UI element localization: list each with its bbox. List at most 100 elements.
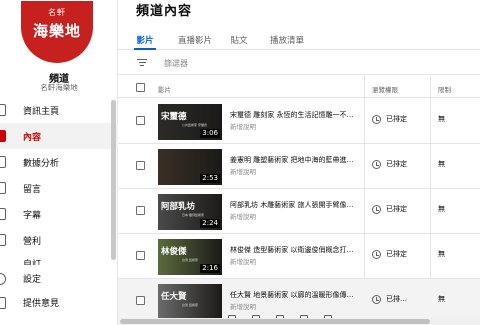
video-duration: 2:24 — [200, 219, 220, 228]
sidebar-item-label: 資訊主頁 — [23, 106, 60, 117]
sidebar-item-customize[interactable]: 自訂 — [0, 253, 118, 265]
scrollbar-thumb[interactable] — [120, 319, 430, 324]
filter-input[interactable]: 篩選器 — [164, 58, 188, 69]
tab-label: 貼文 — [230, 36, 248, 46]
video-thumbnail[interactable]: 林俊傑 台灣 藝術家 2:16 — [158, 239, 222, 275]
tab-label: 播放清單 — [269, 36, 304, 46]
sidebar-item-content[interactable]: 內容 — [0, 123, 118, 149]
sidebar-item-subtitles[interactable]: 字幕 — [0, 201, 118, 227]
select-all-checkbox[interactable] — [136, 83, 145, 92]
thumbnail-title: 宋璽德 — [161, 112, 187, 122]
clock-icon — [372, 204, 381, 214]
studio-window: 名軒 海樂地 頻道 名軒海樂地 資訊主頁 內容 數據分析 留言 字幕 營利 自訂… — [0, 0, 480, 325]
visibility-value: 已排… — [386, 295, 407, 303]
video-description[interactable]: 新增說明 — [230, 256, 256, 266]
sidebar-item-analytics[interactable]: 數據分析 — [0, 149, 118, 175]
video-thumbnail[interactable]: 2:53 — [158, 149, 222, 185]
video-title[interactable]: 阿部乳坊 木雕藝術家 旅人張開手臂像… — [230, 200, 358, 210]
video-description[interactable]: 新增說明 — [230, 166, 256, 176]
sidebar-item-label: 留言 — [23, 184, 42, 195]
column-restrictions[interactable]: 限制 — [438, 84, 451, 94]
visibility-value: 已排定 — [386, 115, 407, 123]
sidebar: 名軒 海樂地 頻道 名軒海樂地 資訊主頁 內容 數據分析 留言 字幕 營利 自訂… — [0, 0, 118, 325]
settings-icon — [0, 273, 6, 285]
restrictions-value: 無 — [438, 250, 445, 258]
restrictions-value: 無 — [438, 160, 445, 168]
video-title[interactable]: 林俊傑 造型藝術家 以衛邊俊俏概念打… — [230, 245, 358, 255]
visibility-cell[interactable]: 已排定 — [372, 249, 407, 259]
filter-icon[interactable] — [137, 59, 147, 67]
sidebar-item-label: 自訂 — [23, 260, 42, 265]
video-thumbnail[interactable]: 阿部乳坊 日本 雕刻藝術家 2:24 — [158, 194, 222, 230]
comments-icon — [0, 182, 6, 194]
visibility-value: 已排定 — [386, 160, 407, 168]
restrictions-value: 無 — [438, 295, 445, 303]
row-checkbox[interactable] — [136, 296, 145, 305]
row-checkbox[interactable] — [136, 161, 145, 170]
thumbnail-title: 任大賢 — [161, 292, 187, 302]
video-title[interactable]: 任大賢 地景藝術家 以廊的溫暖形像傳… — [230, 290, 358, 300]
thumbnail-subtitle: 台灣 藝術家 — [182, 303, 198, 307]
content-tabs: 影片 直播影片 貼文 播放清單 — [118, 26, 480, 50]
sidebar-item-comments[interactable]: 留言 — [0, 175, 118, 201]
restrictions-value: 無 — [438, 205, 445, 213]
channel-name: 名軒海樂地 — [40, 83, 78, 92]
table-row[interactable]: 2:53 姜憲明 雕塑藝術家 把地中海的藍帶進… 新增說明 已排定 無 — [118, 144, 480, 189]
row-checkbox[interactable] — [136, 116, 145, 125]
sidebar-item-label: 設定 — [23, 274, 42, 285]
filter-bar[interactable]: 篩選器 — [118, 51, 480, 75]
sidebar-scrollbar[interactable] — [111, 100, 116, 260]
thumbnail-title: 阿部乳坊 — [161, 202, 196, 212]
clock-icon — [372, 249, 381, 259]
tab-videos[interactable]: 影片 — [134, 26, 156, 50]
video-duration: 2:53 — [200, 174, 220, 183]
visibility-cell[interactable]: 已排定 — [372, 114, 407, 124]
sidebar-item-monetization[interactable]: 營利 — [0, 227, 118, 253]
column-visibility[interactable]: 瀏覽權限 — [372, 84, 398, 94]
channel-logo[interactable]: 名軒 海樂地 — [21, 1, 93, 63]
video-duration: 3:06 — [200, 129, 220, 138]
tab-live[interactable]: 直播影片 — [175, 26, 215, 49]
visibility-cell[interactable]: 已排… — [372, 294, 407, 304]
clock-icon — [372, 159, 381, 169]
sidebar-item-dashboard[interactable]: 資訊主頁 — [0, 97, 118, 123]
table-row[interactable]: 宋璽德 公共藝術家 宋璽德 3:06 宋璽德 雕刻家 永恆的生活記憶雕一不… 新增說明 已… — [118, 99, 480, 144]
content-icon — [0, 130, 6, 142]
table-row[interactable]: 林俊傑 台灣 藝術家 2:16 林俊傑 造型藝術家 以衛邊俊俏概念打… 新增說明 已排定 無 — [118, 234, 480, 279]
tab-playlists[interactable]: 播放清單 — [267, 26, 307, 49]
video-thumbnail[interactable]: 宋璽德 公共藝術家 宋璽德 3:06 — [158, 104, 222, 140]
sidebar-item-label: 內容 — [23, 132, 42, 143]
visibility-cell[interactable]: 已排定 — [372, 204, 407, 214]
restrictions-value: 無 — [438, 115, 445, 123]
thumbnail-subtitle: 公共藝術家 宋璽德 — [182, 123, 207, 127]
sidebar-item-settings[interactable]: 設定 — [0, 266, 118, 290]
video-table: 宋璽德 公共藝術家 宋璽德 3:06 宋璽德 雕刻家 永恆的生活記憶雕一不… 新增說明已… — [118, 99, 480, 324]
row-checkbox[interactable] — [136, 206, 145, 215]
sidebar-item-label: 字幕 — [23, 210, 42, 221]
logo-line2: 海樂地 — [32, 22, 81, 40]
clock-icon — [372, 114, 381, 124]
table-row[interactable]: 阿部乳坊 日本 雕刻藝術家 2:24 阿部乳坊 木雕藝術家 旅人張開手臂像… 新增說明 已… — [118, 189, 480, 234]
video-title[interactable]: 姜憲明 雕塑藝術家 把地中海的藍帶進… — [230, 155, 358, 165]
page-title: 頻道內容 — [136, 4, 193, 19]
dashboard-icon — [0, 104, 6, 116]
sidebar-item-label: 數據分析 — [23, 158, 60, 169]
row-checkbox[interactable] — [136, 251, 145, 260]
visibility-value: 已排定 — [386, 205, 407, 213]
tab-posts[interactable]: 貼文 — [228, 26, 250, 49]
video-description[interactable]: 新增說明 — [230, 301, 256, 311]
analytics-icon — [0, 156, 6, 168]
sidebar-item-feedback[interactable]: 提供意見 — [0, 290, 118, 314]
thumbnail-subtitle: 日本 雕刻藝術家 — [182, 213, 204, 217]
video-title[interactable]: 宋璽德 雕刻家 永恆的生活記憶雕一不… — [230, 110, 358, 120]
video-thumbnail[interactable]: 任大賢 台灣 藝術家 — [158, 284, 222, 320]
table-header: 影片 瀏覽權限 限制 — [118, 76, 480, 98]
tab-label: 直播影片 — [177, 36, 212, 46]
video-description[interactable]: 新增說明 — [230, 121, 256, 131]
main-content: 頻道內容 影片 直播影片 貼文 播放清單 篩選器 影片 瀏覽權限 限制 宋璽德 … — [118, 0, 480, 325]
feedback-icon — [0, 297, 6, 309]
video-description[interactable]: 新增說明 — [230, 211, 256, 221]
horizontal-scrollbar[interactable] — [118, 318, 480, 325]
visibility-cell[interactable]: 已排定 — [372, 159, 407, 169]
subtitles-icon — [0, 208, 6, 220]
